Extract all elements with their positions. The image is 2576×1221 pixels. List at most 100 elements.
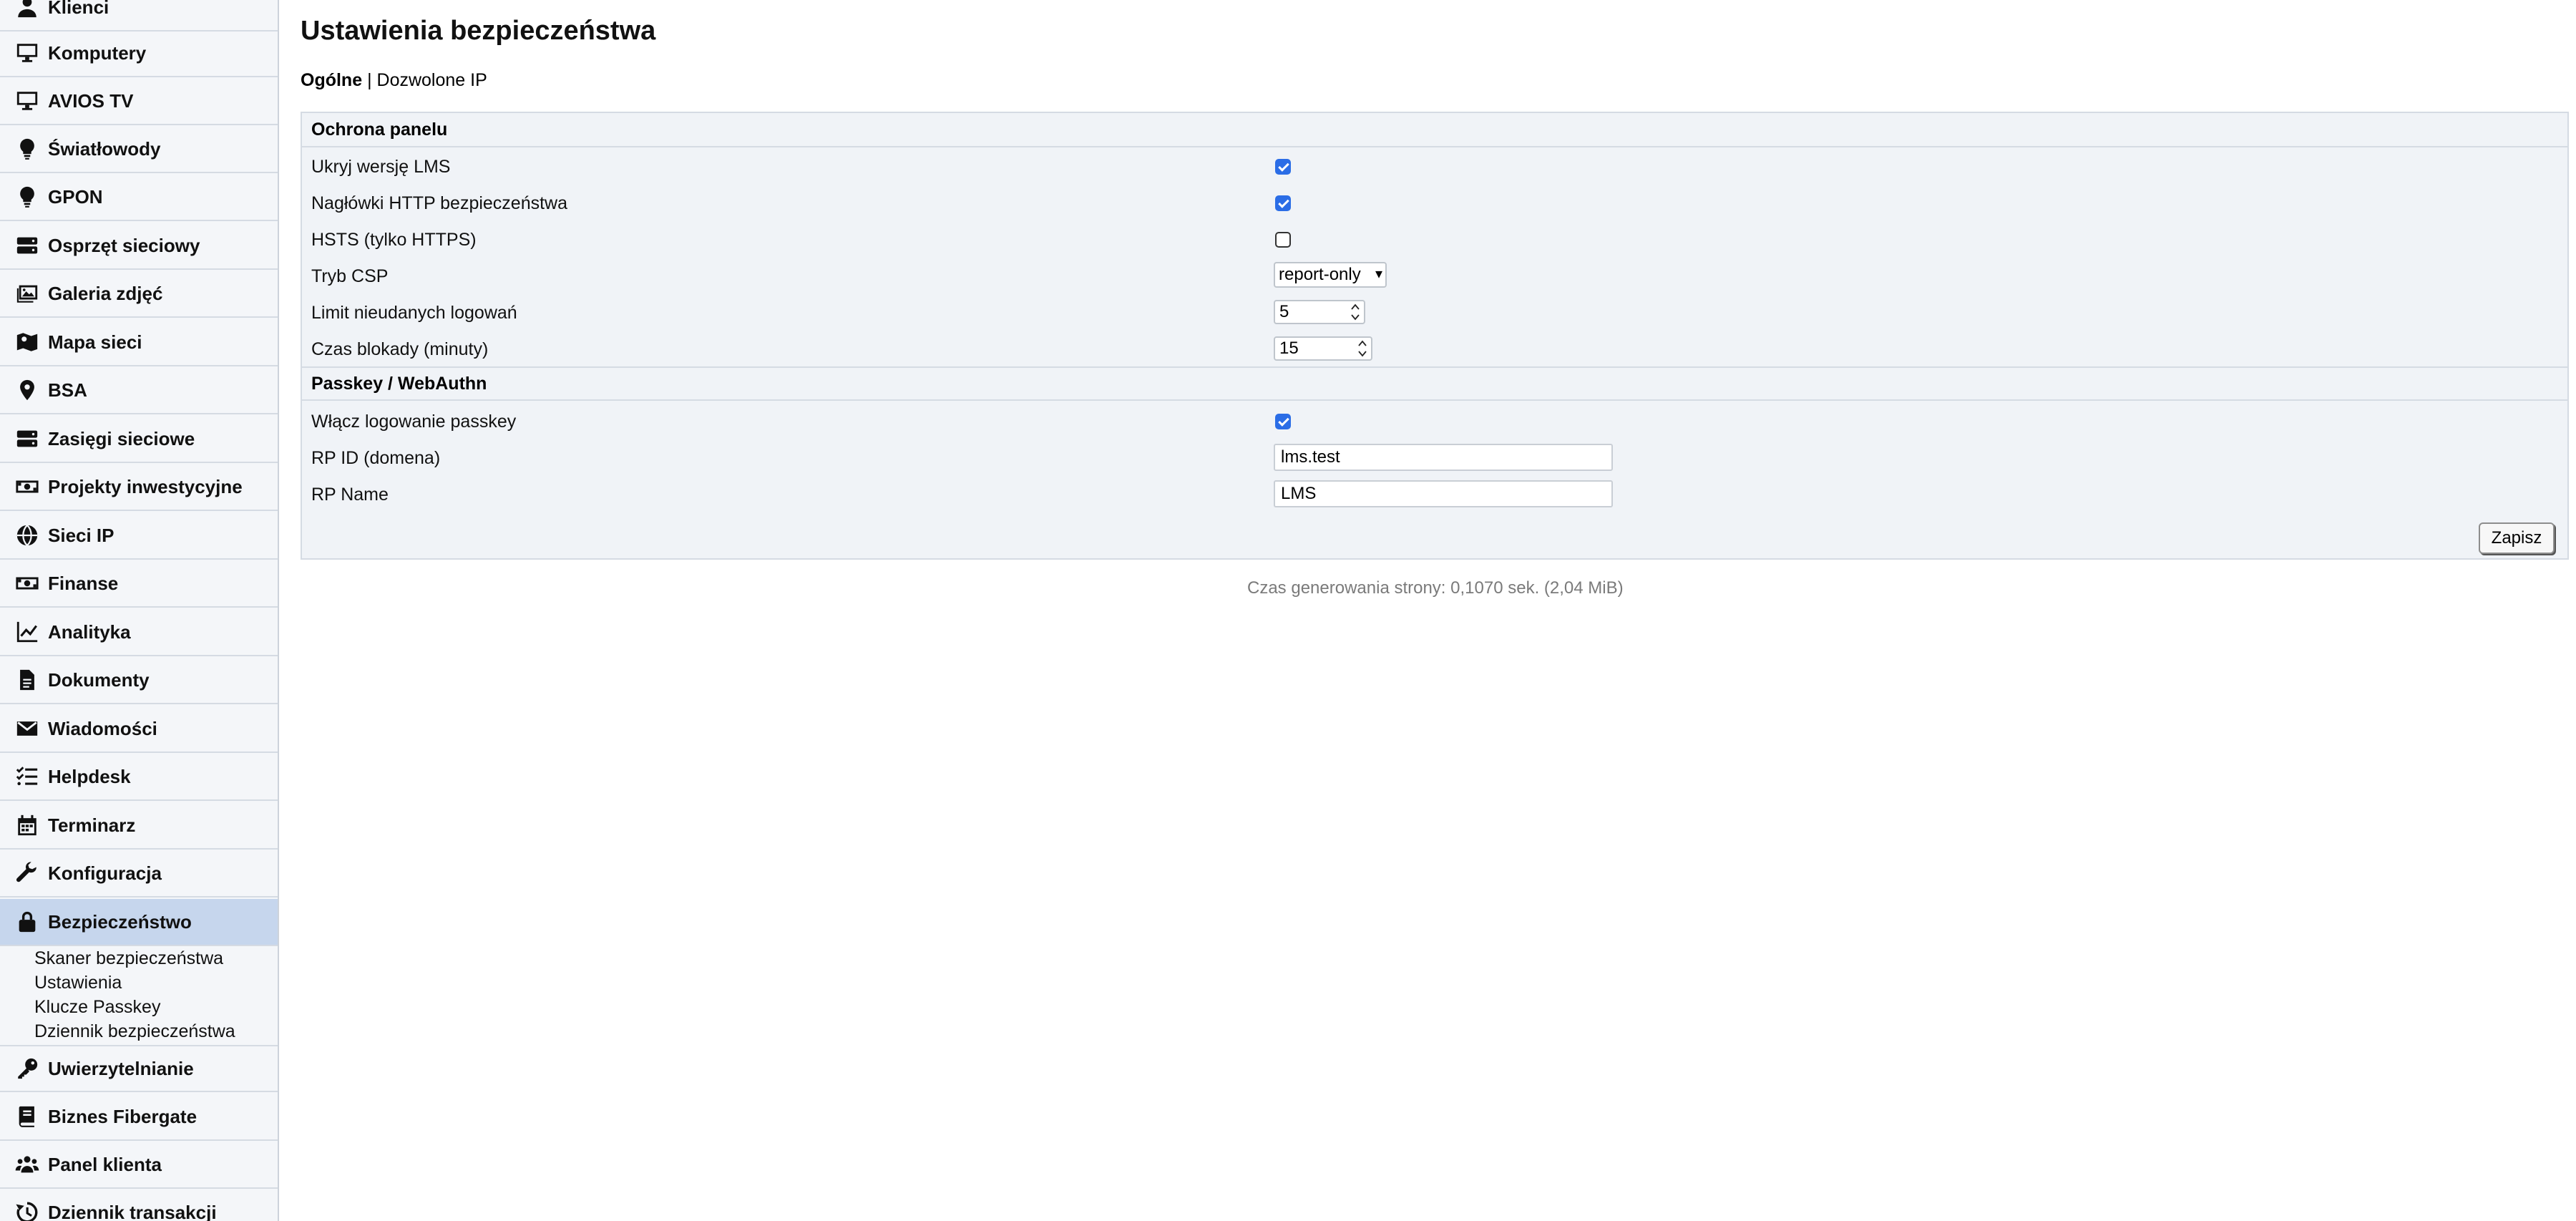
sidebar-item-label: Konfiguracja	[48, 862, 162, 884]
hsts-label: HSTS (tylko HTTPS)	[311, 230, 477, 250]
sidebar-item-mapa-sieci[interactable]: Mapa sieci	[0, 319, 278, 366]
sidebar-item-label: Osprzęt sieciowy	[48, 234, 200, 256]
lightbulb-icon	[14, 136, 40, 162]
section-heading-passkey: Passkey / WebAuthn	[302, 366, 2567, 401]
document-icon	[14, 667, 40, 693]
enable-passkey-label: Włącz logowanie passkey	[311, 412, 517, 432]
settings-tabs: Ogólne | Dozwolone IP	[301, 70, 487, 91]
hsts-checkbox[interactable]	[1275, 232, 1291, 248]
csp-mode-value: report-only	[1279, 265, 1361, 284]
http-headers-label: Nagłówki HTTP bezpieczeństwa	[311, 193, 568, 213]
users-icon	[14, 1152, 40, 1177]
key-icon	[14, 1056, 40, 1081]
main-content: Ustawienia bezpieczeństwa Ogólne | Dozwo…	[301, 0, 2576, 1221]
sidebar-item-gpon[interactable]: GPON	[0, 174, 278, 221]
sidebar-item-avios-tv[interactable]: AVIOS TV	[0, 78, 278, 125]
lockout-time-value: 15	[1279, 339, 1299, 358]
server-icon	[14, 233, 40, 258]
sidebar-item-swiatlowody[interactable]: Światłowody	[0, 126, 278, 173]
sidebar-item-konfiguracja[interactable]: Konfiguracja	[0, 850, 278, 897]
server-icon	[14, 426, 40, 452]
sidebar-item-finanse[interactable]: Finanse	[0, 560, 278, 608]
sidebar-item-label: Bezpieczeństwo	[48, 910, 192, 933]
settings-panel: Ochrona panelu Ukryj wersję LMS Nagłówki…	[301, 112, 2569, 560]
lock-icon	[14, 909, 40, 935]
csp-mode-select[interactable]: report-only ▾	[1274, 262, 1387, 288]
section-heading-panel-protection: Ochrona panelu	[302, 113, 2567, 147]
sidebar-item-galeria[interactable]: Galeria zdjęć	[0, 271, 278, 318]
calendar-icon	[14, 812, 40, 838]
sidebar-item-dziennik-transakcji[interactable]: Dziennik transakcji	[0, 1190, 278, 1221]
login-limit-input[interactable]: 5	[1274, 300, 1365, 324]
enable-passkey-checkbox[interactable]	[1275, 414, 1291, 429]
sidebar-item-label: Helpdesk	[48, 765, 131, 787]
sidebar-item-dokumenty[interactable]: Dokumenty	[0, 657, 278, 704]
sidebar-item-label: GPON	[48, 185, 103, 208]
envelope-icon	[14, 716, 40, 741]
history-icon	[14, 1200, 40, 1221]
wrench-icon	[14, 860, 40, 886]
sidebar-item-label: Galeria zdjęć	[48, 282, 163, 304]
http-headers-checkbox[interactable]	[1275, 195, 1291, 211]
map-pin-icon	[14, 377, 40, 403]
lightbulb-icon	[14, 184, 40, 210]
sidebar-item-sieci-ip[interactable]: Sieci IP	[0, 512, 278, 560]
sidebar-item-projekty[interactable]: Projekty inwestycyjne	[0, 464, 278, 511]
tab-separator: |	[367, 70, 372, 90]
rp-id-input[interactable]: lms.test	[1274, 444, 1613, 471]
images-icon	[14, 281, 40, 306]
sidebar-item-label: Sieci IP	[48, 524, 114, 546]
page-generation-time: Czas generowania strony: 0,1070 sek. (2,…	[1247, 578, 1624, 598]
sidebar-item-helpdesk[interactable]: Helpdesk	[0, 754, 278, 801]
sidebar-item-label: Finanse	[48, 572, 119, 594]
lockout-time-input[interactable]: 15	[1274, 336, 1372, 361]
sidebar-item-label: Dokumenty	[48, 668, 150, 691]
rp-id-value: lms.test	[1281, 447, 1340, 467]
sidebar-item-analityka[interactable]: Analityka	[0, 609, 278, 656]
lockout-time-label: Czas blokady (minuty)	[311, 339, 489, 359]
caret-down-icon: ▾	[1375, 266, 1382, 282]
hide-version-checkbox[interactable]	[1275, 159, 1291, 175]
rp-name-label: RP Name	[311, 485, 389, 505]
csp-mode-label: Tryb CSP	[311, 266, 389, 286]
sidebar-item-label: BSA	[48, 379, 87, 401]
tab-general[interactable]: Ogólne	[301, 70, 362, 90]
sidebar-item-uwierzytelnianie[interactable]: Uwierzytelnianie	[0, 1045, 278, 1092]
sidebar-item-label: Projekty inwestycyjne	[48, 475, 243, 497]
stepper-icon[interactable]	[1351, 303, 1360, 321]
sidebar-item-label: Analityka	[48, 621, 131, 643]
submenu-item-ustawienia[interactable]: Ustawienia	[34, 973, 122, 993]
sidebar-item-label: Wiadomości	[48, 717, 157, 739]
sidebar-item-klienci[interactable]: Klienci	[0, 0, 278, 31]
sidebar-item-panel-klienta[interactable]: Panel klienta	[0, 1142, 278, 1189]
section-title: Passkey / WebAuthn	[311, 373, 487, 394]
money-icon	[14, 570, 40, 596]
sidebar-item-terminarz[interactable]: Terminarz	[0, 802, 278, 850]
sidebar-item-label: Światłowody	[48, 137, 161, 160]
login-limit-value: 5	[1279, 302, 1289, 321]
submenu-item-klucze-passkey[interactable]: Klucze Passkey	[34, 997, 160, 1018]
tv-icon	[14, 88, 40, 114]
monitor-icon	[14, 40, 40, 66]
sidebar-item-biznes-fibergate[interactable]: Biznes Fibergate	[0, 1094, 278, 1141]
checklist-icon	[14, 764, 40, 789]
save-button[interactable]: Zapisz	[2479, 522, 2555, 554]
sidebar-item-zasiegi[interactable]: Zasięgi sieciowe	[0, 416, 278, 463]
submenu-item-dziennik[interactable]: Dziennik bezpieczeństwa	[34, 1021, 235, 1042]
stepper-icon[interactable]	[1358, 340, 1367, 357]
sidebar-item-komputery[interactable]: Komputery	[0, 30, 278, 77]
sidebar-item-label: Klienci	[48, 0, 109, 18]
sidebar-item-label: Terminarz	[48, 814, 136, 836]
submenu-item-skaner[interactable]: Skaner bezpieczeństwa	[34, 948, 223, 969]
sidebar-item-label: Dziennik transakcji	[48, 1201, 217, 1221]
rp-id-label: RP ID (domena)	[311, 448, 441, 468]
rp-name-value: LMS	[1281, 484, 1317, 503]
sidebar-item-osprzet[interactable]: Osprzęt sieciowy	[0, 223, 278, 270]
sidebar-item-bezpieczenstwo[interactable]: Bezpieczeństwo	[0, 899, 278, 946]
sidebar-item-bsa[interactable]: BSA	[0, 367, 278, 414]
rp-name-input[interactable]: LMS	[1274, 480, 1613, 507]
tab-allowed-ip[interactable]: Dozwolone IP	[377, 70, 487, 90]
sidebar-item-label: Komputery	[48, 42, 147, 64]
sidebar-item-label: Mapa sieci	[48, 331, 142, 353]
sidebar-item-wiadomosci[interactable]: Wiadomości	[0, 706, 278, 753]
